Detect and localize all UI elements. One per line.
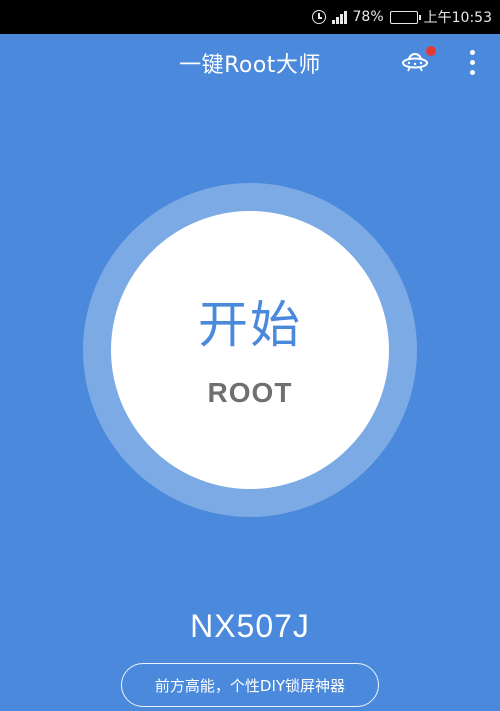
battery-icon (389, 10, 421, 24)
clock-icon (312, 10, 327, 24)
notification-dot (426, 46, 436, 56)
signal-icon (332, 10, 347, 24)
status-time: 上午10:53 (423, 10, 492, 26)
start-label: 开始 (198, 296, 302, 354)
battery-percent: 78% (352, 9, 384, 25)
status-bar: 78% 上午10:53 (0, 0, 500, 34)
more-options-button[interactable] (462, 44, 482, 80)
start-root-button[interactable]: 开始 ROOT (111, 211, 389, 489)
promo-button[interactable]: 前方高能，个性DIY锁屏神器 (121, 663, 379, 707)
ufo-button[interactable] (398, 44, 436, 78)
more-vertical-icon (469, 49, 475, 55)
app-title: 一键Root大师 (179, 53, 321, 78)
root-ring: 开始 ROOT (83, 183, 417, 517)
app-bar: 一键Root大师 (0, 34, 500, 92)
root-label: ROOT (207, 377, 293, 408)
device-model: NX507J (190, 608, 310, 644)
